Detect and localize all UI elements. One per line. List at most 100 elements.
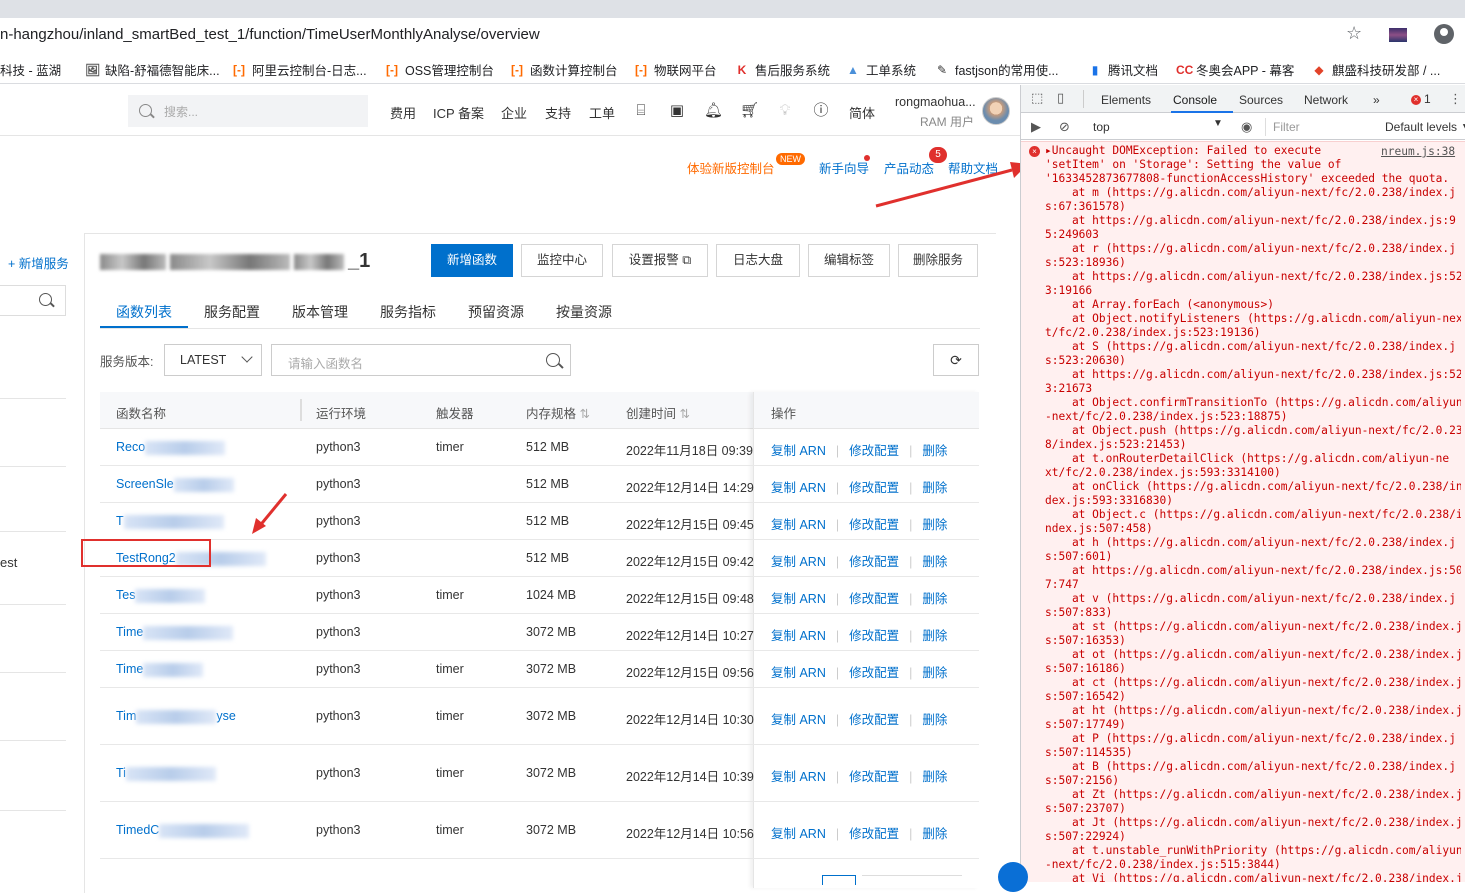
function-search-input[interactable]: 请输入函数名 [271, 344, 571, 376]
function-name-link[interactable]: Tim yse [116, 709, 236, 724]
profile-icon[interactable] [1434, 24, 1454, 44]
copy-arn-link[interactable]: 复制 ARN [771, 481, 826, 495]
copy-arn-link[interactable]: 复制 ARN [771, 518, 826, 532]
avatar[interactable] [982, 97, 1010, 125]
language-switch[interactable]: 简体 [849, 103, 875, 122]
sidebar-item-partial[interactable]: est [0, 555, 17, 570]
function-name-link[interactable]: ScreenSle [116, 477, 234, 492]
tab-sources[interactable]: Sources [1239, 93, 1283, 107]
url-text[interactable]: n-hangzhou/inland_smartBed_test_1/functi… [0, 26, 540, 43]
function-name-link[interactable]: Time [116, 662, 204, 677]
copy-arn-link[interactable]: 复制 ARN [771, 592, 826, 606]
tab-metrics[interactable]: 服务指标 [380, 302, 436, 322]
tab-service-config[interactable]: 服务配置 [204, 302, 260, 322]
inspect-icon[interactable]: ⬚ [1031, 90, 1043, 106]
app-icon[interactable]: ⌸ [632, 102, 650, 120]
delete-function-link[interactable]: 删除 [922, 827, 947, 841]
logs-button[interactable]: 日志大盘 [716, 244, 800, 277]
console-filter-input[interactable]: Filter [1273, 120, 1300, 134]
edit-config-link[interactable]: 修改配置 [849, 666, 899, 680]
tab-reserved[interactable]: 预留资源 [468, 302, 524, 322]
new-function-button[interactable]: 新增函数 [431, 244, 513, 277]
copy-arn-link[interactable]: 复制 ARN [771, 555, 826, 569]
search-icon[interactable] [546, 353, 560, 367]
version-select[interactable]: LATEST [164, 344, 262, 376]
delete-function-link[interactable]: 删除 [922, 555, 947, 569]
tab-network[interactable]: Network [1304, 93, 1348, 107]
col-memory[interactable]: 内存规格 ⇅ [526, 403, 590, 422]
clear-console-icon[interactable]: ⊘ [1059, 119, 1070, 135]
bookmark-item[interactable]: ▮ 腾讯文档 [1088, 60, 1158, 79]
help-icon[interactable]: ⓘ [812, 102, 830, 120]
delete-function-link[interactable]: 删除 [922, 444, 947, 458]
context-select[interactable]: top [1093, 120, 1110, 134]
nav-ticket[interactable]: 工单 [589, 103, 615, 122]
edit-config-link[interactable]: 修改配置 [849, 770, 899, 784]
edit-config-link[interactable]: 修改配置 [849, 629, 899, 643]
sort-icon[interactable]: ⇅ [680, 407, 690, 421]
copy-arn-link[interactable]: 复制 ARN [771, 666, 826, 680]
kebab-menu-icon[interactable]: ⋮ [1449, 91, 1462, 107]
delete-function-link[interactable]: 删除 [922, 713, 947, 727]
delete-function-link[interactable]: 删除 [922, 592, 947, 606]
tab-function-list[interactable]: 函数列表 [116, 302, 172, 322]
device-toolbar-icon[interactable]: ▯ [1057, 90, 1064, 106]
global-search[interactable]: 搜索... [128, 95, 368, 127]
bookmark-item[interactable]: ✎ fastjson的常用使... [935, 60, 1059, 79]
chevron-down-icon[interactable]: ▼ [1213, 118, 1223, 129]
delete-function-link[interactable]: 删除 [922, 770, 947, 784]
edit-config-link[interactable]: 修改配置 [849, 518, 899, 532]
search-icon[interactable] [39, 293, 52, 306]
log-levels-select[interactable]: Default levels ▼ [1385, 120, 1465, 134]
bookmark-item[interactable]: ▲ 工单系统 [846, 60, 916, 79]
function-name-link[interactable]: Reco [116, 440, 226, 455]
delete-function-link[interactable]: 删除 [922, 518, 947, 532]
pagination[interactable] [822, 875, 962, 885]
delete-function-link[interactable]: 删除 [922, 481, 947, 495]
delete-function-link[interactable]: 删除 [922, 666, 947, 680]
tab-on-demand[interactable]: 按量资源 [556, 302, 612, 322]
copy-arn-link[interactable]: 复制 ARN [771, 770, 826, 784]
alarm-button[interactable]: 设置报警 ⧉ [612, 244, 708, 277]
tab-console[interactable]: Console [1173, 93, 1217, 107]
user-name[interactable]: rongmaohua... [895, 95, 976, 109]
bookmark-item[interactable]: [-] 阿里云控制台-日志... [232, 60, 367, 79]
bookmark-item[interactable]: [-] 函数计算控制台 [510, 60, 618, 79]
copy-arn-link[interactable]: 复制 ARN [771, 827, 826, 841]
eye-icon[interactable]: ◉ [1241, 119, 1252, 135]
service-search[interactable] [0, 285, 66, 316]
more-tabs-icon[interactable]: » [1373, 93, 1380, 107]
bookmark-item[interactable]: CC 冬奥会APP - 幕客 [1176, 60, 1294, 79]
copy-arn-link[interactable]: 复制 ARN [771, 444, 826, 458]
bulb-icon[interactable]: 💡︎ [776, 102, 794, 120]
copy-arn-link[interactable]: 复制 ARN [771, 629, 826, 643]
extension-icon[interactable] [1389, 28, 1407, 42]
bookmark-item[interactable]: ◆ 麒盛科技研发部 / ... [1312, 60, 1440, 79]
nav-billing[interactable]: 费用 [390, 103, 416, 122]
bookmark-item[interactable]: K 售后服务系统 [735, 60, 830, 79]
help-docs-link[interactable]: 帮助文档 [948, 158, 998, 177]
delete-function-link[interactable]: 删除 [922, 629, 947, 643]
floating-assistant-button[interactable] [998, 862, 1028, 892]
edit-config-link[interactable]: 修改配置 [849, 555, 899, 569]
delete-service-button[interactable]: 删除服务 [898, 244, 978, 277]
stack-trace-line[interactable]: ▸Uncaught DOMException: Failed to execut… [1045, 144, 1461, 158]
new-console-link[interactable]: 体验新版控制台 [687, 158, 775, 177]
bookmark-star-icon[interactable]: ☆ [1346, 23, 1362, 44]
edit-tags-button[interactable]: 编辑标签 [808, 244, 890, 277]
add-service-link[interactable]: + 新增服务 [8, 253, 69, 272]
nav-support[interactable]: 支持 [545, 103, 571, 122]
monitor-button[interactable]: 监控中心 [521, 244, 603, 277]
function-name-link[interactable]: TimedC [116, 823, 250, 838]
sort-icon[interactable]: ⇅ [580, 407, 590, 421]
bookmark-item[interactable]: [-] OSS管理控制台 [385, 60, 494, 79]
bookmark-item[interactable]: 🖼 缺陷-舒福德智能床... [85, 60, 220, 79]
function-name-link[interactable]: Time [116, 625, 234, 640]
bell-icon[interactable]: 🔔︎ [704, 102, 723, 120]
nav-icp[interactable]: ICP 备案 [433, 103, 484, 122]
address-bar[interactable]: n-hangzhou/inland_smartBed_test_1/functi… [0, 18, 1465, 52]
edit-config-link[interactable]: 修改配置 [849, 481, 899, 495]
terminal-icon[interactable]: ▣ [668, 102, 686, 120]
edit-config-link[interactable]: 修改配置 [849, 444, 899, 458]
guide-link[interactable]: 新手向导 [819, 158, 869, 177]
